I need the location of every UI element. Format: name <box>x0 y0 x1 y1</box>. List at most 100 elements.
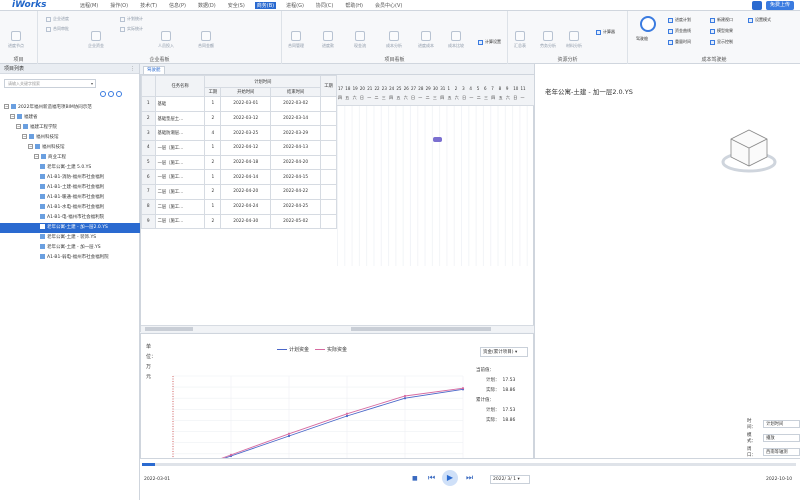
cash-flow-button[interactable]: 现金流 <box>354 31 366 49</box>
tree-node[interactable]: 老年公寓-土建 - 加一层.YS <box>0 243 140 253</box>
fund-curve-check[interactable]: 资金曲线 <box>668 28 691 34</box>
option-select[interactable]: 计划时间 <box>763 420 800 428</box>
table-cell[interactable]: 二层（施工... <box>154 213 206 230</box>
table-cell[interactable]: 2022-04-12 <box>220 140 272 156</box>
stop-icon[interactable]: ■ <box>412 475 418 482</box>
scroll-thumb-right[interactable] <box>351 327 491 331</box>
tree-node[interactable]: 老年公寓-土建 5.0.YS <box>0 163 140 173</box>
table-cell[interactable]: 5 <box>141 154 156 171</box>
col-start[interactable]: 开始时间 <box>220 87 272 97</box>
gantt-scrollbar[interactable] <box>141 325 535 332</box>
skip-forward-icon[interactable]: ⏭ <box>466 473 473 483</box>
tree-toggle-icon[interactable]: − <box>22 134 27 139</box>
table-cell[interactable] <box>320 110 337 127</box>
refresh-icon[interactable] <box>116 91 122 97</box>
cost-analysis-button[interactable]: 成本分析 <box>386 31 402 49</box>
table-cell[interactable]: 2022-04-25 <box>270 198 322 215</box>
table-cell[interactable]: 2022-04-20 <box>270 154 322 171</box>
tree-node[interactable]: A1-B1-消防-福州市社会福利 <box>0 173 140 183</box>
table-cell[interactable]: 2 <box>141 110 156 127</box>
table-cell[interactable]: 2022-04-24 <box>220 198 272 215</box>
table-cell[interactable] <box>320 169 337 186</box>
fund-selector[interactable]: 资金(累计项目) ▾ <box>480 347 528 357</box>
table-cell[interactable]: 2022-03-25 <box>220 125 272 142</box>
table-cell[interactable]: 2 <box>204 184 222 200</box>
table-cell[interactable] <box>320 184 337 200</box>
table-cell[interactable]: 7 <box>141 184 156 200</box>
menu-item[interactable]: 数据(D) <box>196 2 218 9</box>
table-cell[interactable]: 一层（施工... <box>154 169 206 186</box>
menu-item[interactable]: 进程(G) <box>284 2 306 9</box>
menu-item[interactable]: 会员中心(V) <box>373 2 404 9</box>
col-duration2[interactable]: 工期 <box>320 75 337 97</box>
table-cell[interactable]: 2022-04-15 <box>270 169 322 186</box>
table-cell[interactable] <box>320 198 337 215</box>
table-cell[interactable]: 2022-04-20 <box>220 184 272 200</box>
col-name[interactable]: 任务名称 <box>154 75 206 97</box>
add-icon[interactable] <box>108 91 114 97</box>
table-cell[interactable]: 二层（施工... <box>154 184 206 200</box>
calculator[interactable]: 计算器 <box>596 29 615 35</box>
table-cell[interactable]: 基础垫层土... <box>154 110 206 127</box>
legend-plan[interactable]: 计划资金 <box>277 346 309 353</box>
table-cell[interactable]: 4 <box>204 125 222 142</box>
table-row[interactable]: 8 二层（施工... 1 2022-04-24 2022-04-25 <box>141 198 337 215</box>
table-row[interactable]: 9 二层（施工... 2 2022-04-30 2022-05-02 <box>141 213 337 230</box>
upload-button[interactable]: 免费上传 <box>766 1 794 10</box>
tree-node[interactable]: A1-B1-土建-福州市社会福利 <box>0 183 140 193</box>
table-row[interactable]: 3 基础防潮层... 4 2022-03-25 2022-03-29 <box>141 125 337 142</box>
menu-item[interactable]: 信息(P) <box>167 2 188 9</box>
menu-item[interactable]: 帮助(H) <box>343 2 365 9</box>
skip-back-icon[interactable]: ⏮ <box>428 473 435 483</box>
enterprise-funds-button[interactable]: 企业资金 <box>88 31 104 49</box>
table-cell[interactable]: 基础 <box>154 96 206 112</box>
progress-track[interactable] <box>142 463 796 466</box>
tree-node[interactable]: A1-B1-弱电-福州市社会福利院 <box>0 253 140 263</box>
table-cell[interactable]: 1 <box>204 96 222 112</box>
tree-node[interactable]: − 福建工程学院 <box>0 123 140 133</box>
tree-node[interactable]: − 福州科技馆 <box>0 133 140 143</box>
cockpit-icon[interactable] <box>640 16 656 32</box>
table-cell[interactable]: 2022-04-14 <box>220 169 272 186</box>
contract-approval[interactable]: 合同审批 <box>46 26 69 32</box>
table-cell[interactable]: 2022-05-02 <box>270 213 322 230</box>
weight-time-check[interactable]: 重量时间 <box>668 39 691 45</box>
settings-mode[interactable]: 设置模式 <box>748 17 771 23</box>
table-cell[interactable]: 1 <box>204 169 222 186</box>
summary-button[interactable]: 汇总表 <box>514 31 526 49</box>
table-cell[interactable] <box>320 96 337 112</box>
table-cell[interactable]: 1 <box>141 96 156 112</box>
menu-item[interactable]: 安全(S) <box>226 2 247 9</box>
task-bar[interactable] <box>433 137 442 142</box>
col-duration[interactable]: 工期 <box>204 87 222 97</box>
table-cell[interactable]: 二层（施工... <box>154 198 206 215</box>
tree-node[interactable]: − 2022年福州新造福宅项BIM协同示范 <box>0 103 140 113</box>
tree-node[interactable]: A1-B1-暖通-福州市社会福利 <box>0 193 140 203</box>
tab-cockpit[interactable]: 驾驶舱 <box>143 66 165 74</box>
search-icon[interactable] <box>100 91 106 97</box>
col-end[interactable]: 结束时间 <box>270 87 322 97</box>
contract-amount-button[interactable]: 合同金额 <box>198 31 214 49</box>
staff-input-button[interactable]: 人员投入 <box>158 31 174 49</box>
progress-pay-button[interactable]: 进度款 <box>322 31 334 49</box>
table-cell[interactable]: 2022-03-01 <box>220 96 272 112</box>
tree-toggle-icon[interactable]: − <box>10 114 15 119</box>
table-row[interactable]: 2 基础垫层土... 2 2022-03-12 2022-03-14 <box>141 110 337 127</box>
table-cell[interactable] <box>320 140 337 156</box>
table-cell[interactable]: 2022-03-29 <box>270 125 322 142</box>
table-cell[interactable] <box>320 125 337 142</box>
tree-toggle-icon[interactable]: − <box>16 124 21 129</box>
table-cell[interactable]: 8 <box>141 198 156 215</box>
menu-item[interactable]: 操作(O) <box>108 2 130 9</box>
actual-stat[interactable]: 实际统计 <box>120 26 143 32</box>
menu-item[interactable]: 协同(C) <box>314 2 335 9</box>
panel-menu-icon[interactable]: ⋮ <box>130 64 135 74</box>
progress-plan-check[interactable]: 进度计划 <box>668 17 691 23</box>
table-cell[interactable]: 一层（施工... <box>154 140 206 156</box>
option-select[interactable]: 西南等轴测 <box>763 448 800 456</box>
model-effect[interactable]: 模型效果 <box>710 28 733 34</box>
tree-node[interactable]: − 商业工程 <box>0 153 140 163</box>
table-row[interactable]: 7 二层（施工... 2 2022-04-20 2022-04-22 <box>141 184 337 200</box>
scroll-thumb-left[interactable] <box>145 327 193 331</box>
enterprise-progress[interactable]: 企业进度 <box>46 16 69 22</box>
